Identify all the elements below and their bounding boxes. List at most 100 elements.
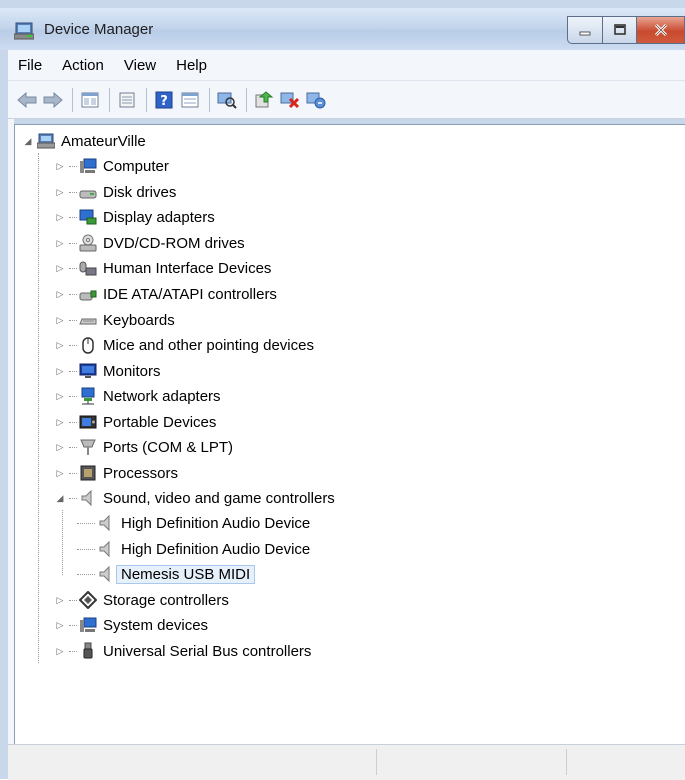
properties-icon [181, 92, 199, 107]
collapse-arrow-icon[interactable]: ◢ [55, 493, 65, 503]
tree-item-label: Computer [103, 157, 169, 175]
back-icon [17, 91, 37, 108]
toolbar-separator [109, 87, 110, 112]
maximize-icon [613, 24, 626, 35]
tree-item-keyboards[interactable]: ▷ Keyboards [55, 308, 175, 332]
status-bar-divider [566, 749, 567, 775]
help-button[interactable]: ? [153, 89, 175, 111]
expand-arrow-icon[interactable]: ▷ [55, 212, 65, 222]
disk-drive-icon [79, 190, 97, 199]
close-button[interactable] [637, 16, 685, 44]
maximize-button[interactable] [603, 16, 637, 44]
update-driver-button[interactable] [253, 89, 275, 111]
uninstall-device-icon [306, 92, 326, 108]
tree-item-network-adapters[interactable]: ▷ Network adapters [55, 384, 221, 408]
mouse-icon [82, 337, 94, 354]
tree-item-label: Portable Devices [103, 413, 217, 431]
expand-arrow-icon[interactable]: ▷ [55, 315, 65, 325]
disable-device-icon [280, 92, 300, 108]
tree-item-ports[interactable]: ▷ Ports (COM & LPT) [55, 435, 233, 459]
tree-item-label: Mice and other pointing devices [103, 336, 314, 354]
tree-item-label: Processors [103, 464, 179, 482]
tree-item-label: Keyboards [103, 311, 175, 329]
tree-item-monitors[interactable]: ▷ Monitors [55, 359, 161, 383]
tree-root-node[interactable]: ◢ AmateurVille [23, 129, 146, 153]
usb-icon [83, 642, 93, 659]
expand-arrow-icon[interactable]: ▷ [55, 263, 65, 273]
menu-action[interactable]: Action [52, 57, 114, 74]
tree-item-label: System devices [103, 616, 209, 634]
tree-item-label: Nemesis USB MIDI [116, 564, 256, 584]
show-hide-console-tree-icon [119, 92, 135, 107]
tree-item-label: Disk drives [103, 183, 177, 201]
expand-arrow-icon[interactable]: ▷ [55, 187, 65, 197]
caption-buttons [567, 16, 685, 46]
uninstall-device-button[interactable] [305, 89, 327, 111]
tree-item-ide-controllers[interactable]: ▷ IDE ATA/ATAPI controllers [55, 282, 277, 306]
status-bar-divider [376, 749, 377, 775]
speaker-icon [81, 489, 92, 507]
tree-guide-line [38, 153, 39, 663]
back-button[interactable] [16, 89, 38, 111]
expand-arrow-icon[interactable]: ▷ [55, 646, 65, 656]
hid-icon [79, 261, 97, 276]
title-bar[interactable]: Device Manager [0, 8, 685, 50]
expand-arrow-icon[interactable]: ▷ [55, 442, 65, 452]
forward-button[interactable] [42, 89, 64, 111]
minimize-button[interactable] [567, 16, 603, 44]
tree-item-label: Sound, video and game controllers [103, 489, 335, 507]
tree-item-label: Network adapters [103, 387, 221, 405]
tree-item-system-devices[interactable]: ▷ System devices [55, 613, 209, 637]
device-tree: ◢ AmateurVille ▷ Computer ▷ Disk drives … [15, 125, 685, 745]
expand-arrow-icon[interactable]: ▷ [55, 468, 65, 478]
properties-view-button[interactable] [79, 89, 101, 111]
expand-arrow-icon[interactable]: ▷ [55, 340, 65, 350]
tree-item-label: Universal Serial Bus controllers [103, 642, 312, 660]
expand-arrow-icon[interactable]: ▷ [55, 417, 65, 427]
tree-item-hd-audio-2[interactable]: High Definition Audio Device [77, 537, 310, 561]
svg-text:?: ? [160, 94, 168, 109]
speaker-icon [99, 565, 110, 583]
speaker-icon [99, 540, 110, 558]
toolbar-separator [72, 87, 73, 112]
expand-arrow-icon[interactable]: ▷ [55, 289, 65, 299]
tree-item-processors[interactable]: ▷ Processors [55, 461, 179, 485]
computer-icon [80, 158, 97, 173]
expand-arrow-icon[interactable]: ▷ [55, 391, 65, 401]
storage-controller-icon [79, 591, 97, 609]
tree-item-dvd-drives[interactable]: ▷ DVD/CD-ROM drives [55, 231, 245, 255]
tree-item-label: Human Interface Devices [103, 259, 272, 277]
tree-item-disk-drives[interactable]: ▷ Disk drives [55, 180, 177, 204]
tree-item-display-adapters[interactable]: ▷ Display adapters [55, 205, 215, 229]
expand-arrow-icon[interactable]: ▷ [55, 366, 65, 376]
tree-item-hd-audio-1[interactable]: High Definition Audio Device [77, 511, 310, 535]
show-hide-console-tree-button[interactable] [116, 89, 138, 111]
tree-item-storage-controllers[interactable]: ▷ Storage controllers [55, 588, 229, 612]
disable-device-button[interactable] [279, 89, 301, 111]
device-tree-pane[interactable]: ◢ AmateurVille ▷ Computer ▷ Disk drives … [14, 124, 685, 745]
tree-item-computer[interactable]: ▷ Computer [55, 154, 169, 178]
scan-hardware-button[interactable] [216, 89, 238, 111]
ide-controller-icon [79, 290, 97, 301]
tree-item-nemesis-usb-midi[interactable]: Nemesis USB MIDI [77, 562, 256, 586]
expand-arrow-icon[interactable]: ▷ [55, 161, 65, 171]
tree-item-portable-devices[interactable]: ▷ Portable Devices [55, 410, 217, 434]
menu-view[interactable]: View [114, 57, 166, 74]
collapse-arrow-icon[interactable]: ◢ [23, 136, 33, 146]
tree-guide-line [62, 510, 63, 575]
properties-view-icon [81, 92, 99, 107]
tree-item-sound-controllers[interactable]: ◢ Sound, video and game controllers [55, 486, 335, 510]
menu-file[interactable]: File [8, 57, 52, 74]
expand-arrow-icon[interactable]: ▷ [55, 595, 65, 605]
system-device-icon [80, 617, 97, 632]
properties-button[interactable] [179, 89, 201, 111]
tree-item-label: DVD/CD-ROM drives [103, 234, 245, 252]
tree-item-usb-controllers[interactable]: ▷ Universal Serial Bus controllers [55, 639, 311, 663]
device-manager-window: Device Manager File Action View Help ? ◢… [0, 0, 685, 780]
minimize-icon [579, 31, 591, 36]
expand-arrow-icon[interactable]: ▷ [55, 620, 65, 630]
expand-arrow-icon[interactable]: ▷ [55, 238, 65, 248]
menu-help[interactable]: Help [166, 57, 217, 74]
tree-item-human-interface-devices[interactable]: ▷ Human Interface Devices [55, 256, 272, 280]
tree-item-mice[interactable]: ▷ Mice and other pointing devices [55, 333, 314, 357]
